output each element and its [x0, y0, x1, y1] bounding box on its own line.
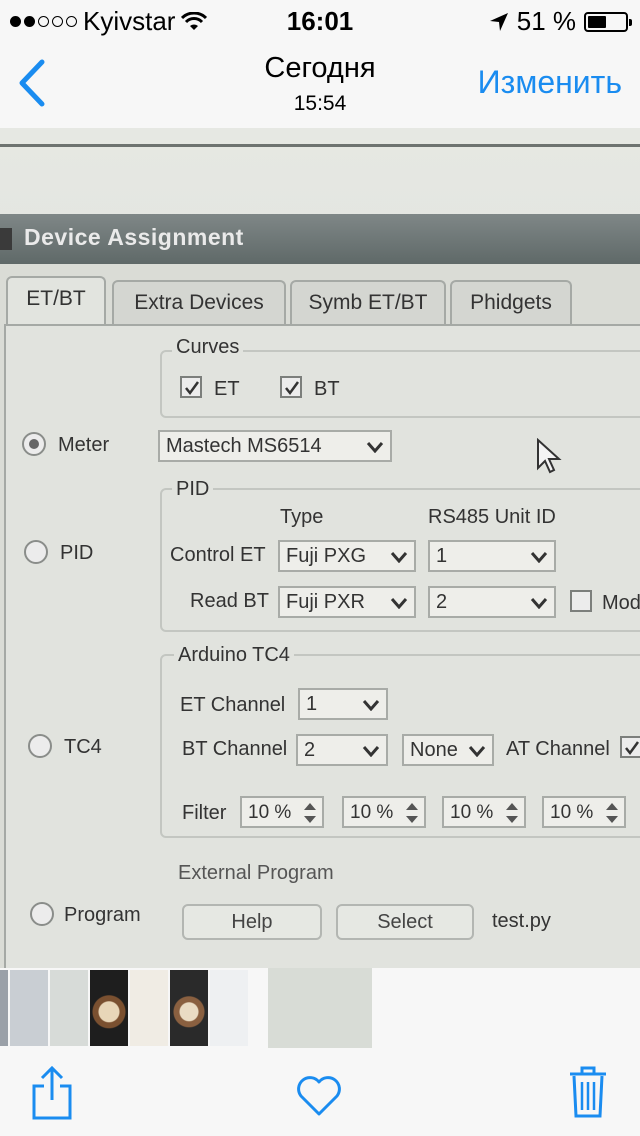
- filter-label: Filter: [182, 802, 227, 824]
- tc4-group-label: Arduino TC4: [174, 644, 294, 667]
- navigation-bar: Сегодня 15:54 Изменить: [0, 40, 640, 129]
- thumbnail-selected[interactable]: [268, 968, 372, 1048]
- external-program-label: External Program: [178, 862, 334, 884]
- control-et-label: Control ET: [170, 544, 266, 566]
- thumbnail-strip[interactable]: [0, 968, 640, 1048]
- bt-channel-label: BT Channel: [182, 738, 288, 760]
- program-radio[interactable]: [30, 902, 54, 926]
- pid-type-header: Type: [280, 506, 324, 528]
- at-channel-label: AT Channel: [506, 738, 610, 760]
- stepper-arrows-icon: [506, 803, 518, 823]
- meter-select[interactable]: Mastech MS6514: [158, 430, 392, 462]
- dialog-title: Device Assignment: [24, 224, 244, 250]
- chevron-down-icon: [530, 552, 548, 563]
- dialog-titlebar: Device Assignment: [0, 214, 640, 264]
- thumbnail[interactable]: [170, 970, 208, 1046]
- checkmark-icon: [625, 741, 640, 756]
- location-arrow-icon: [489, 12, 508, 31]
- meter-radio[interactable]: [22, 432, 46, 456]
- control-type-select[interactable]: Fuji PXG: [278, 540, 416, 572]
- pid-unit-header: RS485 Unit ID: [428, 506, 556, 528]
- read-type-select[interactable]: Fuji PXR: [278, 586, 416, 618]
- control-unit-select[interactable]: 1: [428, 540, 556, 572]
- help-button[interactable]: Help: [182, 904, 322, 940]
- window-edge: [0, 144, 640, 147]
- chevron-down-icon: [390, 552, 408, 563]
- filter-spinner-4[interactable]: 10 %: [542, 796, 626, 828]
- pid-radio[interactable]: [24, 540, 48, 564]
- filter-spinner-1[interactable]: 10 %: [240, 796, 324, 828]
- photo-view[interactable]: Device Assignment ET/BT Extra Devices Sy…: [0, 128, 640, 968]
- read-type-value: Fuji PXR: [286, 591, 365, 613]
- mod-checkbox[interactable]: [570, 590, 592, 612]
- mouse-cursor-icon: [537, 438, 562, 474]
- meter-select-value: Mastech MS6514: [166, 435, 322, 457]
- status-right: 51 %: [489, 6, 632, 37]
- chevron-down-icon: [530, 598, 548, 609]
- tab-phidgets[interactable]: Phidgets: [450, 280, 572, 326]
- chevron-down-icon: [362, 746, 380, 757]
- select-button[interactable]: Select: [336, 904, 474, 940]
- mod-checkbox-label: Mod: [602, 592, 640, 614]
- share-icon[interactable]: [30, 1066, 74, 1120]
- stepper-arrows-icon: [304, 803, 316, 823]
- filter-spinner-2[interactable]: 10 %: [342, 796, 426, 828]
- program-file-field[interactable]: test.py: [492, 910, 551, 933]
- chevron-down-icon: [362, 700, 380, 711]
- read-bt-label: Read BT: [190, 590, 269, 612]
- tab-symb-et-bt[interactable]: Symb ET/BT: [290, 280, 446, 326]
- meter-radio-label: Meter: [58, 434, 110, 456]
- chevron-down-icon: [390, 598, 408, 609]
- thumbnail[interactable]: [90, 970, 128, 1046]
- tab-et-bt[interactable]: ET/BT: [6, 276, 106, 328]
- pid-radio-label: PID: [60, 542, 94, 564]
- chevron-down-icon: [366, 442, 384, 453]
- read-unit-value: 2: [436, 591, 448, 613]
- bt-channel-select[interactable]: 2: [296, 734, 388, 766]
- bt-checkbox-label: BT: [314, 378, 340, 400]
- control-unit-value: 1: [436, 545, 448, 567]
- filter-value-2: 10 %: [350, 802, 394, 823]
- tc4-radio-label: TC4: [64, 736, 102, 758]
- stepper-arrows-icon: [406, 803, 418, 823]
- curves-label: Curves: [172, 336, 244, 359]
- read-unit-select[interactable]: 2: [428, 586, 556, 618]
- et-checkbox[interactable]: [180, 376, 202, 398]
- thumbnail[interactable]: [10, 970, 48, 1046]
- chevron-down-icon: [468, 746, 486, 757]
- et-channel-label: ET Channel: [180, 694, 286, 716]
- thumbnail[interactable]: [130, 970, 168, 1046]
- thumbnail[interactable]: [210, 970, 248, 1046]
- trash-icon[interactable]: [568, 1064, 608, 1118]
- stepper-arrows-icon: [606, 803, 618, 823]
- at-channel-checkbox[interactable]: [620, 736, 640, 758]
- bt-channel-value: 2: [304, 739, 316, 761]
- bottom-toolbar: [0, 1048, 640, 1136]
- checkmark-icon: [285, 381, 300, 396]
- filter-value-3: 10 %: [450, 802, 494, 823]
- tab-extra-devices[interactable]: Extra Devices: [112, 280, 286, 326]
- heart-icon[interactable]: [296, 1074, 342, 1116]
- filter-spinner-3[interactable]: 10 %: [442, 796, 526, 828]
- battery-icon: [584, 11, 632, 32]
- et-channel-value: 1: [306, 693, 318, 715]
- et-checkbox-label: ET: [214, 378, 240, 400]
- none-select[interactable]: None: [402, 734, 494, 766]
- thumbnail[interactable]: [0, 970, 8, 1046]
- bt-checkbox[interactable]: [280, 376, 302, 398]
- filter-value-4: 10 %: [550, 802, 594, 823]
- checkmark-icon: [185, 381, 200, 396]
- none-select-value: None: [410, 739, 458, 761]
- program-radio-label: Program: [64, 904, 141, 926]
- filter-value-1: 10 %: [248, 802, 292, 823]
- window-icon: [0, 228, 12, 250]
- tc4-radio[interactable]: [28, 734, 52, 758]
- thumbnail[interactable]: [50, 970, 88, 1046]
- battery-percent: 51 %: [516, 6, 576, 36]
- status-bar: Kyivstar 16:01 51 %: [0, 0, 640, 40]
- edit-button[interactable]: Изменить: [478, 64, 622, 101]
- pid-group-label: PID: [172, 478, 214, 501]
- et-channel-select[interactable]: 1: [298, 688, 388, 720]
- control-type-value: Fuji PXG: [286, 545, 367, 567]
